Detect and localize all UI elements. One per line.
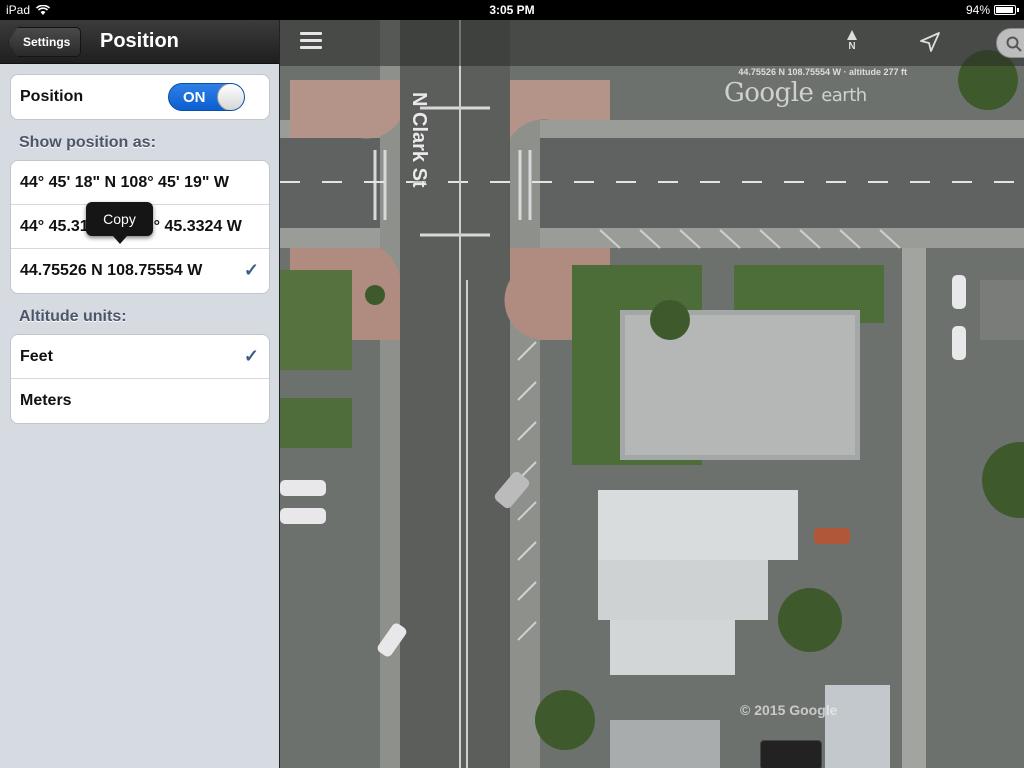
position-toggle-row: Position ON — [11, 75, 269, 119]
clock: 3:05 PM — [489, 3, 535, 17]
settings-panel: Settings Position Position ON Show posit… — [0, 20, 280, 768]
battery-icon — [994, 5, 1019, 15]
north-arrow-icon — [847, 30, 857, 40]
toggle-knob — [217, 84, 244, 110]
map-copyright: © 2015 Google — [740, 702, 838, 718]
menu-button[interactable] — [300, 32, 322, 50]
position-toggle-switch[interactable]: ON — [168, 83, 245, 111]
checkmark-icon: ✓ — [243, 346, 259, 366]
position-toggle-label: Position — [20, 88, 84, 105]
page-title: Position — [100, 30, 179, 52]
altitude-unit-feet[interactable]: Feet ✓ — [11, 335, 269, 379]
position-toggle-group: Position ON — [10, 74, 270, 120]
map-toolbar — [280, 20, 1024, 66]
copy-tooltip[interactable]: Copy — [86, 202, 153, 244]
search-button[interactable] — [996, 28, 1024, 58]
nav-bar: Settings Position — [0, 20, 279, 64]
location-arrow-icon — [920, 32, 940, 52]
altitude-unit-meters[interactable]: Meters — [11, 379, 269, 423]
search-icon — [1006, 36, 1022, 52]
map-view[interactable]: N 44.75526 N 108.75554 W · altitude 277 … — [280, 20, 1024, 768]
bottom-drawer-handle[interactable] — [760, 740, 822, 768]
position-format-dms[interactable]: 44° 45' 18" N 108° 45' 19" W — [11, 161, 269, 205]
menu-icon — [300, 32, 322, 35]
altitude-units-header: Altitude units: — [19, 308, 127, 325]
battery-percent: 94% — [965, 3, 990, 17]
my-location-button[interactable] — [918, 30, 942, 54]
north-up-button[interactable]: N — [842, 30, 862, 56]
checkmark-icon: ✓ — [243, 260, 259, 280]
position-format-decimal[interactable]: 44.75526 N 108.75554 W ✓ — [11, 249, 269, 293]
show-position-header: Show position as: — [19, 134, 156, 151]
coordinate-readout: 44.75526 N 108.75554 W · altitude 277 ft — [738, 67, 907, 77]
altitude-units-list: Feet ✓ Meters — [10, 334, 270, 424]
street-label: N Clark St — [408, 92, 430, 188]
back-button[interactable]: Settings — [8, 27, 82, 57]
status-bar: iPad 3:05 PM 94% — [0, 0, 1024, 20]
toggle-state: ON — [183, 89, 206, 106]
satellite-imagery — [280, 20, 1024, 768]
north-label: N — [848, 41, 856, 52]
google-earth-logo: Google earth — [724, 78, 867, 108]
